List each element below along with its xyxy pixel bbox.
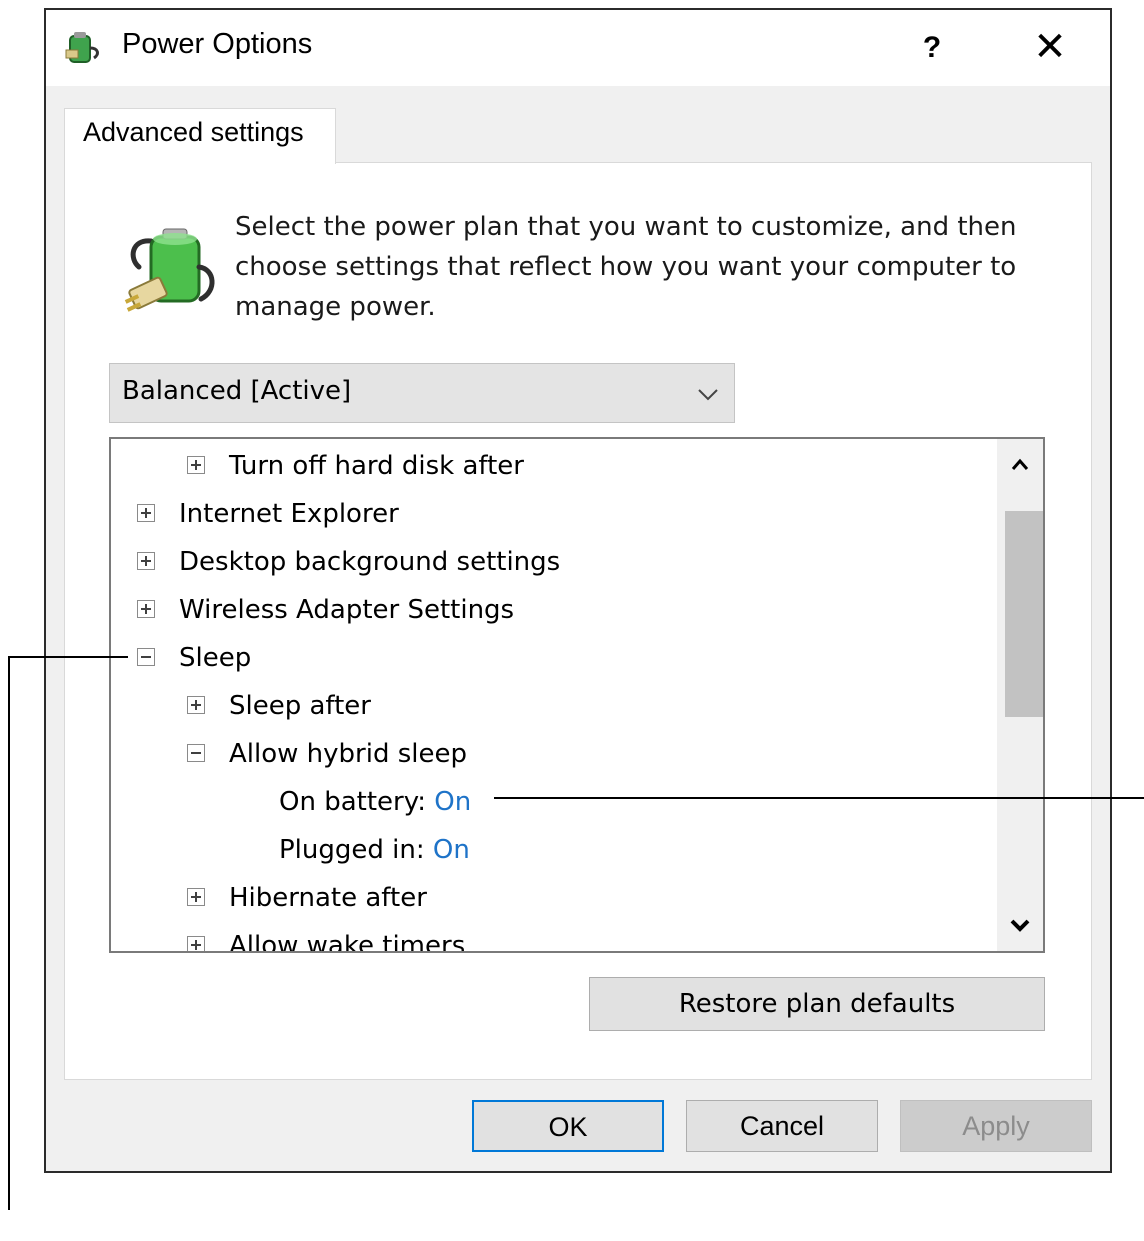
help-button[interactable]: ? — [908, 20, 956, 76]
close-button[interactable]: ✕ — [1022, 20, 1078, 76]
power-plan-dropdown[interactable]: Balanced [Active] — [109, 363, 735, 423]
vertical-scrollbar[interactable] — [997, 439, 1043, 951]
tree-item-internet-explorer[interactable]: Internet Explorer — [137, 491, 399, 537]
callout-line-sleep-vertical — [8, 656, 10, 1210]
tree-item-label: Allow hybrid sleep — [229, 739, 467, 769]
callout-line-sleep-horizontal — [8, 656, 128, 658]
setting-label: Plugged in: — [279, 835, 425, 865]
chevron-down-icon — [698, 389, 718, 401]
tree-item-turn-off-hard-disk[interactable]: Turn off hard disk after — [187, 443, 524, 489]
chevron-up-icon — [1011, 458, 1029, 470]
tree-item-desktop-background[interactable]: Desktop background settings — [137, 539, 560, 585]
expand-plus-icon[interactable] — [187, 695, 205, 714]
expand-plus-icon[interactable] — [187, 935, 205, 951]
tree-item-label: Allow wake timers — [229, 931, 466, 953]
tree-item-label: Sleep after — [229, 691, 371, 721]
power-options-icon — [65, 32, 99, 63]
collapse-minus-icon[interactable] — [187, 743, 205, 762]
title-bar: Power Options ? ✕ — [46, 10, 1110, 86]
settings-tree[interactable]: Turn off hard disk after Internet Explor… — [109, 437, 1045, 953]
tree-item-label: Turn off hard disk after — [229, 451, 524, 481]
callout-line-on-battery — [494, 797, 1144, 799]
power-options-dialog: Power Options ? ✕ Advanced settings Sele… — [44, 8, 1112, 1173]
tree-item-label: Wireless Adapter Settings — [179, 595, 515, 625]
expand-plus-icon[interactable] — [187, 455, 205, 474]
tree-item-label: Desktop background settings — [179, 547, 561, 577]
cancel-button[interactable]: Cancel — [686, 1100, 878, 1152]
tree-item-sleep-after[interactable]: Sleep after — [187, 683, 371, 729]
ok-button[interactable]: OK — [472, 1100, 664, 1152]
scroll-down-button[interactable] — [997, 901, 1043, 951]
scrollbar-thumb[interactable] — [1005, 511, 1043, 717]
expand-plus-icon[interactable] — [137, 599, 155, 618]
window-title: Power Options — [122, 28, 313, 60]
expand-plus-icon[interactable] — [137, 503, 155, 522]
tree-item-allow-wake-timers[interactable]: Allow wake timers — [187, 923, 466, 953]
power-plan-value: Balanced [Active] — [122, 376, 352, 406]
collapse-minus-icon[interactable] — [137, 647, 155, 666]
battery-plug-icon — [124, 228, 215, 312]
chevron-down-icon — [1010, 919, 1030, 932]
tree-item-sleep[interactable]: Sleep — [137, 635, 251, 681]
tree-item-label: Internet Explorer — [179, 499, 399, 529]
tree-item-on-battery[interactable]: On battery: On — [279, 779, 471, 825]
tree-item-wireless-adapter[interactable]: Wireless Adapter Settings — [137, 587, 514, 633]
expand-plus-icon[interactable] — [187, 887, 205, 906]
on-battery-value[interactable]: On — [434, 787, 471, 817]
tab-advanced-settings[interactable]: Advanced settings — [64, 108, 336, 164]
scroll-up-button[interactable] — [997, 439, 1043, 489]
description-text: Select the power plan that you want to c… — [235, 212, 1017, 322]
expand-plus-icon[interactable] — [137, 551, 155, 570]
setting-label: On battery: — [279, 787, 426, 817]
tree-item-plugged-in[interactable]: Plugged in: On — [279, 827, 470, 873]
advanced-settings-panel: Select the power plan that you want to c… — [64, 162, 1092, 1080]
tree-item-hibernate-after[interactable]: Hibernate after — [187, 875, 427, 921]
apply-button[interactable]: Apply — [900, 1100, 1092, 1152]
tree-item-label: Hibernate after — [229, 883, 427, 913]
tree-item-label: Sleep — [179, 643, 252, 673]
plugged-in-value[interactable]: On — [433, 835, 470, 865]
tree-item-allow-hybrid-sleep[interactable]: Allow hybrid sleep — [187, 731, 467, 777]
restore-plan-defaults-button[interactable]: Restore plan defaults — [589, 977, 1045, 1031]
